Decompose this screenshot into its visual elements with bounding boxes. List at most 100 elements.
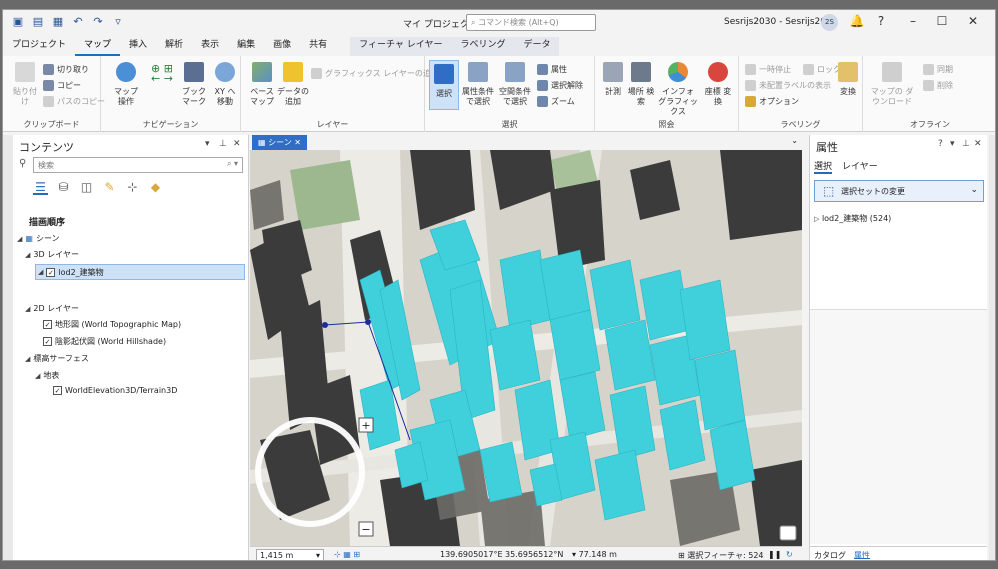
- navigation-small-tools[interactable]: ⊕ ⊞ ← →: [147, 63, 177, 84]
- collapse-arrow-icon[interactable]: ◢: [25, 355, 30, 363]
- clear-selection-button[interactable]: 選択解除: [537, 80, 583, 91]
- tree-scene[interactable]: ◢ ▦ シーン: [17, 233, 60, 244]
- status-tool-icons[interactable]: ⊹ ▦ ⊞: [334, 550, 360, 559]
- snapping-view-icon[interactable]: ⊹: [125, 180, 140, 195]
- bookmarks-button[interactable]: ブック マーク: [179, 62, 209, 107]
- help-icon[interactable]: ?: [938, 139, 943, 149]
- tab-map[interactable]: マップ: [75, 37, 121, 56]
- collapse-arrow-icon[interactable]: ◢: [17, 235, 22, 243]
- copy-path-button[interactable]: パスのコピー: [43, 96, 105, 107]
- explore-button[interactable]: マップ操作: [111, 62, 141, 107]
- pause-drawing-icon[interactable]: ❚❚: [768, 550, 781, 559]
- select-by-location-button[interactable]: 空間条件 で選択: [497, 62, 533, 107]
- zoom-to-selection-button[interactable]: ズーム: [537, 96, 575, 107]
- tree-layer-hillshade[interactable]: ✓ 陰影起伏図 (World Hillshade): [43, 336, 166, 347]
- basemap-button[interactable]: ベース マップ: [247, 62, 277, 107]
- tab-layer[interactable]: レイヤー: [842, 159, 878, 174]
- infographics-button[interactable]: インフォ グラフィックス: [657, 62, 699, 117]
- copy-button[interactable]: コピー: [43, 80, 81, 91]
- add-graphics-layer-button[interactable]: グラフィックス レイヤーの追加: [311, 68, 439, 79]
- tree-ground[interactable]: ◢ 地表: [35, 370, 59, 381]
- close-tab-icon[interactable]: ✕: [294, 138, 301, 147]
- select-by-attributes-button[interactable]: 属性条件 で選択: [461, 62, 495, 107]
- tab-scene[interactable]: ▦ シーン ✕: [252, 135, 307, 150]
- tab-data[interactable]: データ: [514, 37, 559, 56]
- pane-options-icon[interactable]: ▾: [950, 139, 955, 149]
- select-button[interactable]: 選択: [429, 60, 459, 110]
- view-options-icon[interactable]: ⌄: [791, 136, 798, 145]
- data-source-icon[interactable]: ⛁: [56, 180, 71, 195]
- view-unplaced-button[interactable]: 未配置ラベルの表示: [745, 80, 831, 91]
- layer-checkbox[interactable]: ✓: [43, 337, 52, 346]
- new-project-icon[interactable]: ▣: [11, 15, 25, 29]
- tab-labeling[interactable]: ラベリング: [451, 37, 514, 56]
- tree-layer-elevation[interactable]: ✓ WorldElevation3D/Terrain3D: [53, 386, 177, 395]
- tab-view[interactable]: 表示: [192, 37, 228, 56]
- pin-icon[interactable]: ⊥: [219, 139, 227, 149]
- close-pane-icon[interactable]: ✕: [974, 139, 982, 149]
- selection-set-dropdown[interactable]: ⬚ 選択セットの変更 ⌄: [814, 180, 984, 202]
- collapse-arrow-icon[interactable]: ◢: [38, 268, 43, 276]
- remove-button[interactable]: 削除: [923, 80, 953, 91]
- tab-insert[interactable]: 挿入: [120, 37, 156, 56]
- pane-options-icon[interactable]: ▾: [205, 139, 210, 149]
- add-data-button[interactable]: データの 追加: [277, 62, 309, 107]
- labeling-view-icon[interactable]: ◆: [148, 180, 163, 195]
- tab-feature-layer[interactable]: フィーチャ レイヤー: [350, 37, 451, 56]
- download-map-button[interactable]: マップの ダウンロード: [869, 62, 915, 107]
- filter-icon[interactable]: ⚲: [19, 158, 26, 169]
- locate-button[interactable]: 場所 検索: [627, 62, 655, 107]
- tab-project[interactable]: プロジェクト: [3, 37, 75, 56]
- contents-search-input[interactable]: 検索 ⌕ ▾: [33, 157, 243, 173]
- refresh-icon[interactable]: ↻: [786, 550, 793, 559]
- attributes-button[interactable]: 属性: [537, 64, 567, 75]
- tab-share[interactable]: 共有: [300, 37, 336, 56]
- minimize-icon[interactable]: –: [903, 14, 923, 28]
- redo-icon[interactable]: ↷: [91, 15, 105, 29]
- tree-layer-buildings[interactable]: ◢ ✓ lod2_建築物: [35, 264, 245, 280]
- layer-checkbox[interactable]: ✓: [46, 267, 56, 277]
- command-search-input[interactable]: ⌕ コマンド検索 (Alt+Q): [466, 14, 596, 31]
- notification-icon[interactable]: 🔔: [847, 14, 867, 28]
- sync-button[interactable]: 同期: [923, 64, 953, 75]
- cut-button[interactable]: 切り取り: [43, 64, 89, 75]
- tree-3d-layers[interactable]: ◢ 3D レイヤー: [25, 249, 79, 260]
- tab-imagery[interactable]: 画像: [264, 37, 300, 56]
- save-icon[interactable]: ▦: [51, 15, 65, 29]
- scene-view[interactable]: + −: [250, 150, 802, 546]
- collapse-arrow-icon[interactable]: ◢: [35, 372, 40, 380]
- convert-coordinates-button[interactable]: 座標 変換: [703, 62, 733, 107]
- tab-edit[interactable]: 編集: [228, 37, 264, 56]
- close-pane-icon[interactable]: ✕: [233, 139, 241, 149]
- tab-analysis[interactable]: 解析: [156, 37, 192, 56]
- convert-labels-button[interactable]: 変換: [835, 62, 861, 97]
- avatar[interactable]: 2S: [821, 14, 838, 31]
- expand-arrow-icon[interactable]: ▷: [814, 215, 819, 223]
- paste-button[interactable]: 貼り付け: [11, 62, 39, 107]
- layer-checkbox[interactable]: ✓: [53, 386, 62, 395]
- scene-canvas[interactable]: + −: [250, 150, 802, 546]
- tree-2d-layers[interactable]: ◢ 2D レイヤー: [25, 303, 79, 314]
- open-project-icon[interactable]: ▤: [31, 15, 45, 29]
- selected-features-count[interactable]: ⊞ 選択フィーチャ: 524: [678, 550, 764, 560]
- undo-icon[interactable]: ↶: [71, 15, 85, 29]
- selection-view-icon[interactable]: ◫: [79, 180, 94, 195]
- customize-qat-icon[interactable]: ▿: [111, 15, 125, 29]
- maximize-icon[interactable]: ☐: [932, 14, 952, 28]
- tab-attributes[interactable]: 属性: [854, 550, 870, 560]
- scale-input[interactable]: 1,415 m ▾: [256, 549, 324, 560]
- pause-labeling-button[interactable]: 一時停止: [745, 64, 791, 75]
- measure-button[interactable]: 計測: [599, 62, 627, 97]
- help-icon[interactable]: ?: [871, 14, 891, 28]
- tab-selection[interactable]: 選択: [814, 159, 833, 174]
- pin-icon[interactable]: ⊥: [962, 139, 970, 149]
- tab-catalog[interactable]: カタログ: [814, 550, 846, 560]
- attribution-icon[interactable]: [779, 525, 797, 541]
- close-icon[interactable]: ✕: [963, 14, 983, 28]
- tree-layer-topo[interactable]: ✓ 地形図 (World Topographic Map): [43, 319, 181, 330]
- selection-tree-item[interactable]: ▷ lod2_建築物 (524): [814, 213, 891, 224]
- editing-view-icon[interactable]: ✎: [102, 180, 117, 195]
- labeling-options-button[interactable]: オプション: [745, 96, 799, 107]
- drawing-order-icon[interactable]: ☰: [33, 180, 48, 195]
- collapse-arrow-icon[interactable]: ◢: [25, 251, 30, 259]
